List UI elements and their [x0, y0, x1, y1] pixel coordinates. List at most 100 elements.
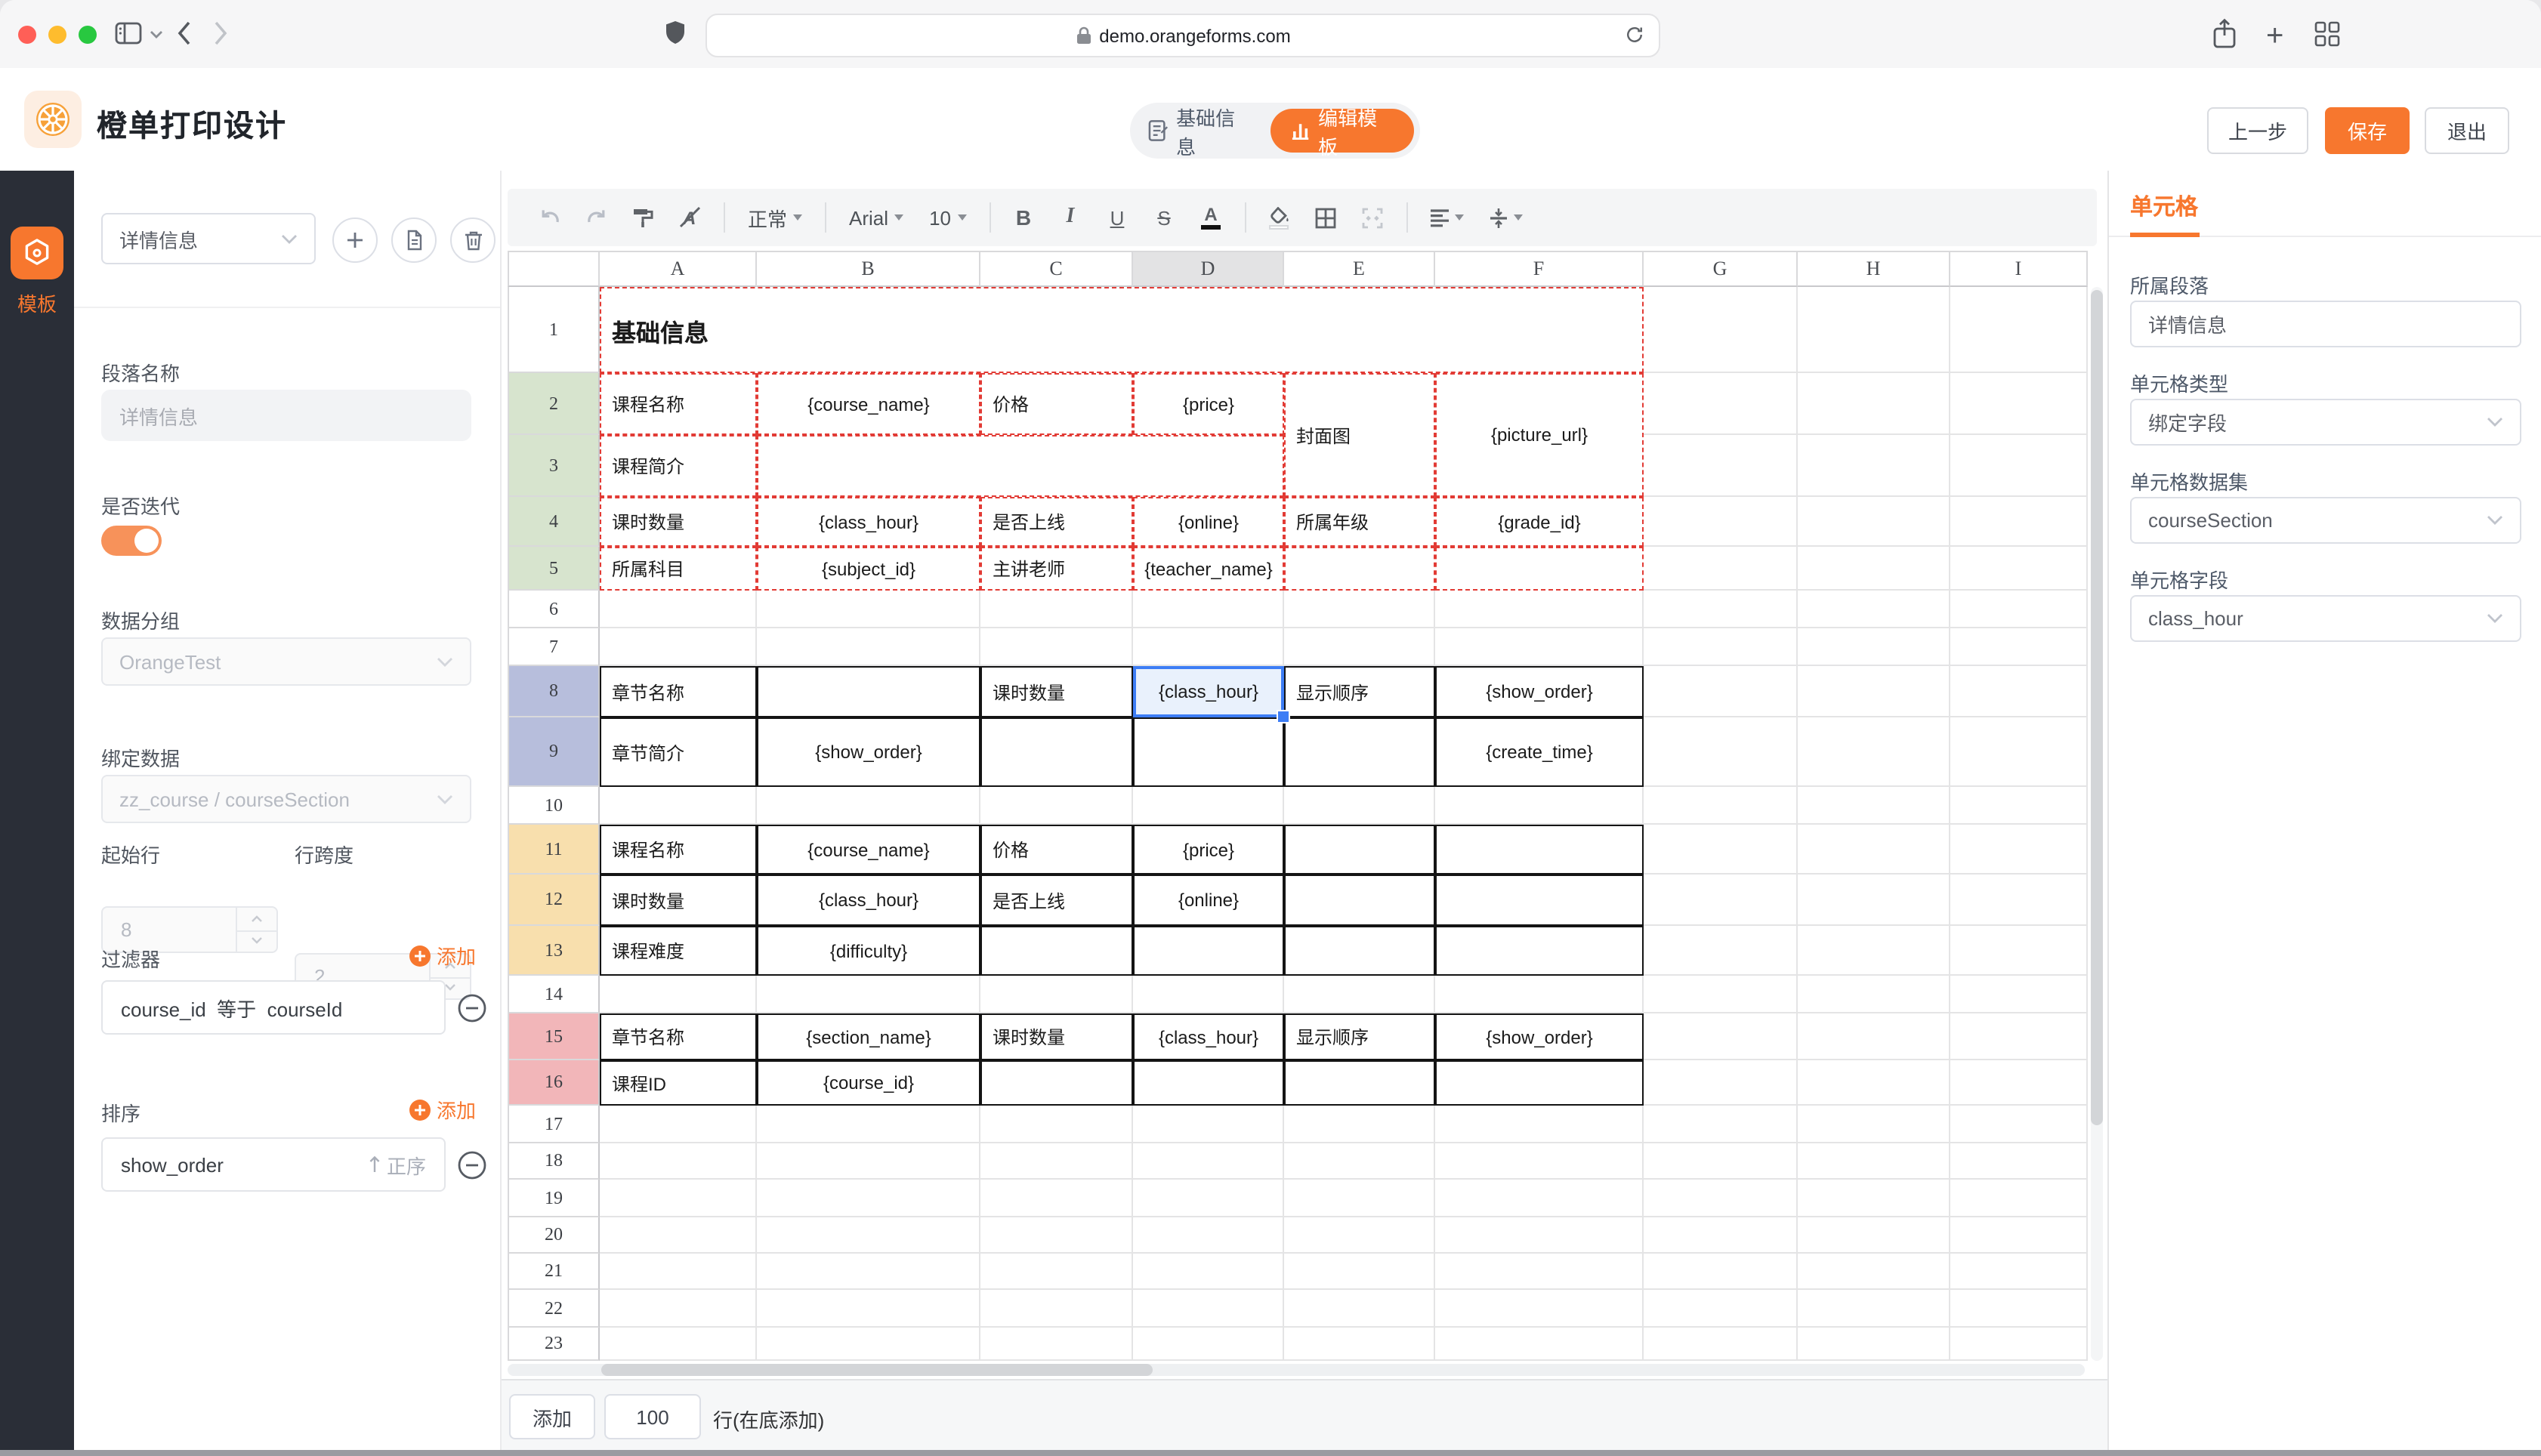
row-header-9[interactable]: 9	[508, 717, 600, 787]
share-icon[interactable]	[2212, 18, 2237, 50]
cell-E23[interactable]	[1284, 1328, 1435, 1361]
cell-D5[interactable]: {teacher_name}	[1133, 547, 1284, 591]
fill-color-button[interactable]	[1261, 198, 1297, 237]
cell-I16[interactable]	[1950, 1060, 2088, 1106]
zoom-window-button[interactable]	[79, 26, 97, 44]
cell-I10[interactable]	[1950, 787, 2088, 825]
cell-H11[interactable]	[1798, 825, 1950, 875]
cell-D2[interactable]: {price}	[1133, 373, 1284, 435]
tab-overview-icon[interactable]	[2314, 21, 2340, 47]
cell-D12[interactable]: {online}	[1133, 875, 1284, 926]
bold-button[interactable]: B	[1005, 198, 1042, 237]
cell-C12[interactable]: 是否上线	[980, 875, 1133, 926]
row-header-5[interactable]: 5	[508, 547, 600, 591]
cell-C2[interactable]: 价格	[980, 373, 1133, 435]
cell-B13[interactable]: {difficulty}	[757, 926, 980, 976]
cell-A11[interactable]: 课程名称	[600, 825, 757, 875]
address-bar[interactable]: demo.orangeforms.com	[705, 14, 1660, 57]
cell-A5[interactable]: 所属科目	[600, 547, 757, 591]
cell-H13[interactable]	[1798, 926, 1950, 976]
cell-F17[interactable]	[1435, 1106, 1644, 1143]
cell-G22[interactable]	[1644, 1290, 1798, 1328]
cell-A10[interactable]	[600, 787, 757, 825]
vertical-scrollbar-thumb[interactable]	[2091, 290, 2103, 1125]
horizontal-align-button[interactable]	[1422, 198, 1471, 237]
cell-H5[interactable]	[1798, 547, 1950, 591]
cell-B2[interactable]: {course_name}	[757, 373, 980, 435]
cell-E14[interactable]	[1284, 976, 1435, 1013]
cell-D20[interactable]	[1133, 1217, 1284, 1254]
cell-F18[interactable]	[1435, 1143, 1644, 1180]
merge-cells-button[interactable]	[1354, 198, 1391, 237]
row-header-15[interactable]: 15	[508, 1013, 600, 1060]
cell-C11[interactable]: 价格	[980, 825, 1133, 875]
cell-E6[interactable]	[1284, 591, 1435, 628]
cell-H15[interactable]	[1798, 1013, 1950, 1060]
reload-icon[interactable]	[1624, 24, 1645, 45]
cell-field-select[interactable]: class_hour	[2130, 595, 2521, 642]
cell-F2[interactable]: {picture_url}	[1435, 373, 1644, 497]
cell-C22[interactable]	[980, 1290, 1133, 1328]
col-header-A[interactable]: A	[600, 251, 757, 287]
cell-C15[interactable]: 课时数量	[980, 1013, 1133, 1060]
cell-D18[interactable]	[1133, 1143, 1284, 1180]
cell-A6[interactable]	[600, 591, 757, 628]
row-header-11[interactable]: 11	[508, 825, 600, 875]
cell-B8[interactable]	[757, 666, 980, 717]
add-rows-button[interactable]: 添加	[509, 1394, 595, 1439]
cell-G17[interactable]	[1644, 1106, 1798, 1143]
row-header-1[interactable]: 1	[508, 287, 600, 373]
cell-E10[interactable]	[1284, 787, 1435, 825]
shield-icon[interactable]	[665, 20, 686, 47]
font-family-select[interactable]: Arial	[841, 206, 911, 229]
cell-D8[interactable]: {class_hour}	[1133, 666, 1284, 717]
clear-format-button[interactable]: A	[672, 198, 709, 237]
cell-C19[interactable]	[980, 1180, 1133, 1217]
cell-F4[interactable]: {grade_id}	[1435, 497, 1644, 547]
cell-F5[interactable]	[1435, 547, 1644, 591]
cell-I9[interactable]	[1950, 717, 2088, 787]
cell-E19[interactable]	[1284, 1180, 1435, 1217]
cell-A2[interactable]: 课程名称	[600, 373, 757, 435]
cell-C8[interactable]: 课时数量	[980, 666, 1133, 717]
cell-A12[interactable]: 课时数量	[600, 875, 757, 926]
cell-D11[interactable]: {price}	[1133, 825, 1284, 875]
row-header-3[interactable]: 3	[508, 435, 600, 497]
cell-E9[interactable]	[1284, 717, 1435, 787]
cell-I1[interactable]	[1950, 287, 2088, 373]
cell-B19[interactable]	[757, 1180, 980, 1217]
cell-B18[interactable]	[757, 1143, 980, 1180]
cell-B10[interactable]	[757, 787, 980, 825]
cell-G9[interactable]	[1644, 717, 1798, 787]
cell-G15[interactable]	[1644, 1013, 1798, 1060]
cell-H17[interactable]	[1798, 1106, 1950, 1143]
cell-H22[interactable]	[1798, 1290, 1950, 1328]
cell-A20[interactable]	[600, 1217, 757, 1254]
cell-I17[interactable]	[1950, 1106, 2088, 1143]
filter-item[interactable]: course_id 等于 courseId	[101, 980, 446, 1035]
add-rows-count-input[interactable]: 100	[604, 1394, 701, 1439]
cell-D7[interactable]	[1133, 628, 1284, 666]
section-select[interactable]: 详情信息	[101, 213, 316, 264]
cell-C18[interactable]	[980, 1143, 1133, 1180]
cell-F14[interactable]	[1435, 976, 1644, 1013]
cell-B22[interactable]	[757, 1290, 980, 1328]
cell-E22[interactable]	[1284, 1290, 1435, 1328]
cell-F20[interactable]	[1435, 1217, 1644, 1254]
underline-button[interactable]: U	[1099, 198, 1135, 237]
row-header-2[interactable]: 2	[508, 373, 600, 435]
cell-B7[interactable]	[757, 628, 980, 666]
cell-A8[interactable]: 章节名称	[600, 666, 757, 717]
cell-C6[interactable]	[980, 591, 1133, 628]
cell-G18[interactable]	[1644, 1143, 1798, 1180]
cell-E20[interactable]	[1284, 1217, 1435, 1254]
template-module-button[interactable]	[11, 227, 63, 279]
col-header-E[interactable]: E	[1284, 251, 1435, 287]
cell-D16[interactable]	[1133, 1060, 1284, 1106]
cell-E5[interactable]	[1284, 547, 1435, 591]
cell-F21[interactable]	[1435, 1254, 1644, 1290]
cell-G7[interactable]	[1644, 628, 1798, 666]
sidebar-toggle-icon[interactable]	[115, 21, 142, 45]
paragraph-style-select[interactable]: 正常	[740, 203, 810, 232]
cell-G10[interactable]	[1644, 787, 1798, 825]
